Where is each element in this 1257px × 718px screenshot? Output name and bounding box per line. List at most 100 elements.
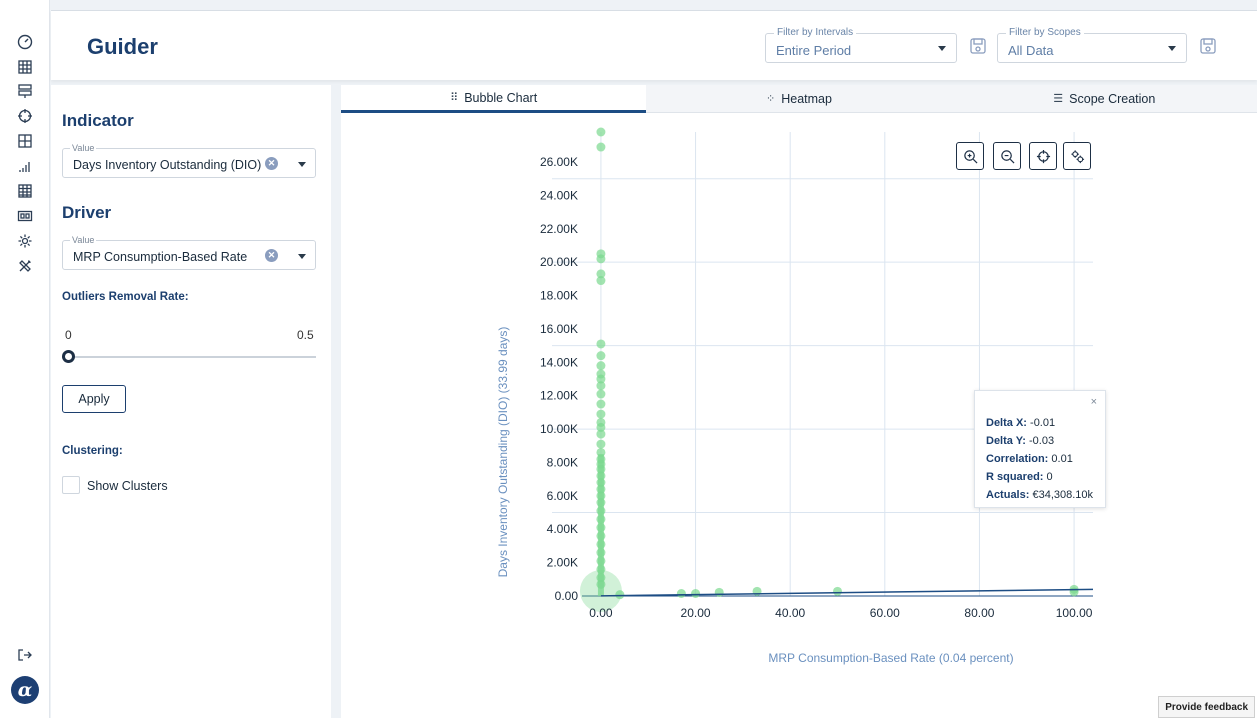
delta-x-row: Delta X: -0.01 [986,417,1055,429]
data-point [615,590,625,600]
grid-icon[interactable] [15,57,35,77]
data-point [596,498,606,508]
data-point [691,588,701,598]
outliers-title: Outliers Removal Rate: [62,291,189,303]
app-title: Guider [87,34,158,59]
spreadsheet-icon[interactable] [15,181,35,201]
indicator-field-label: Value [70,143,97,154]
outliers-slider[interactable] [62,356,316,358]
settings-icon[interactable] [15,231,35,251]
y-tick-label: 8.00K [547,455,578,469]
data-point [714,587,724,597]
heatmap-icon: ⁘ [766,93,776,105]
save-icon[interactable] [967,35,989,57]
reset-view-button[interactable] [1029,142,1057,170]
save-icon[interactable] [1197,35,1219,57]
main-area: ⠿ Bubble Chart ⁘ Heatmap ☰ Scope Creatio… [341,85,1257,718]
show-clusters-label[interactable]: Show Clusters [87,479,168,493]
header: Guider Filter by Intervals Entire Period… [51,10,1257,80]
data-point [596,439,606,449]
show-clusters-checkbox[interactable] [62,476,80,494]
intervals-filter-value: Entire Period [776,43,852,58]
intervals-filter[interactable]: Filter by Intervals Entire Period [765,27,957,63]
zoom-out-button[interactable] [993,142,1021,170]
data-point [596,276,606,286]
tab-heatmap[interactable]: ⁘ Heatmap [646,85,952,113]
scopes-filter-label: Filter by Scopes [1006,27,1084,39]
delta-y-label: Delta Y: [986,435,1026,447]
y-tick-label: 0.00 [555,589,579,603]
data-point [596,339,606,349]
data-point [596,539,606,549]
chevron-down-icon [298,162,306,167]
close-icon[interactable]: × [1091,396,1097,408]
delta-x-label: Delta X: [986,417,1027,429]
tools-icon[interactable] [15,256,35,276]
target-icon[interactable] [15,106,35,126]
zoom-out-icon [1000,149,1014,163]
chart-points [579,127,1079,612]
zoom-in-button[interactable] [956,142,984,170]
icon-rail: α [0,0,50,718]
driver-value: MRP Consumption-Based Rate [73,250,248,264]
data-point [1069,587,1079,597]
slider-max-label: 0.5 [297,328,314,342]
correlation-row: Correlation: 0.01 [986,453,1073,465]
zoom-in-icon [963,149,977,163]
y-tick-label: 20.00K [540,255,578,269]
scope-list-icon: ☰ [1053,93,1064,105]
correlation-value: 0.01 [1051,453,1073,465]
logout-icon[interactable] [15,645,35,665]
scopes-filter[interactable]: Filter by Scopes All Data [997,27,1187,63]
r-squared-row: R squared: 0 [986,471,1053,483]
chevron-down-icon [298,254,306,259]
data-point [596,556,606,566]
r-squared-label: R squared: [986,471,1044,483]
actuals-row: Actuals: €34,308.10k [986,489,1093,501]
x-axis-title: MRP Consumption-Based Rate (0.04 percent… [768,651,1013,665]
y-tick-label: 26.00K [540,155,578,169]
chart-trendline [600,588,1094,597]
tab-bubble-chart[interactable]: ⠿ Bubble Chart [341,85,647,113]
data-point [596,381,606,391]
card-icon[interactable] [15,206,35,226]
outliers-slider-handle[interactable] [62,350,75,363]
indicator-value: Days Inventory Outstanding (DIO) [73,158,262,172]
driver-field-label: Value [70,235,97,246]
y-tick-label: 4.00K [547,522,578,536]
layers-icon[interactable] [15,81,35,101]
tab-scope-creation[interactable]: ☰ Scope Creation [951,85,1257,113]
delta-y-value: -0.03 [1029,435,1055,447]
bubble-chart[interactable]: 0.00 2.00K 4.00K 6.00K 8.00K 10.00K 12.00K 14.0… [341,115,1257,718]
tab-bar: ⠿ Bubble Chart ⁘ Heatmap ☰ Scope Creatio… [341,85,1257,113]
data-point [596,254,606,264]
data-point [596,514,606,524]
table-icon[interactable] [15,131,35,151]
indicator-select[interactable]: Value Days Inventory Outstanding (DIO) ✕ [62,143,316,178]
data-point [596,399,606,409]
x-tick-label: 0.00 [589,606,613,620]
dashboard-icon[interactable] [15,32,35,52]
delta-x-value: -0.01 [1030,417,1056,429]
data-point [596,523,606,533]
bar-signal-icon[interactable] [15,156,35,176]
chart-settings-button[interactable] [1063,142,1091,170]
apply-button[interactable]: Apply [62,385,126,413]
clear-icon[interactable]: ✕ [265,249,278,262]
data-point [596,506,606,516]
clear-icon[interactable]: ✕ [265,157,278,170]
data-point [596,361,606,371]
alpha-logo[interactable]: α [11,676,39,704]
statistics-popover: × Delta X: -0.01 Delta Y: -0.03 Correlat… [974,390,1106,508]
data-point [596,142,606,152]
chart-grid [552,132,1093,597]
y-tick-label: 14.00K [540,355,578,369]
driver-select[interactable]: Value MRP Consumption-Based Rate ✕ [62,235,316,270]
tab-heatmap-label: Heatmap [781,91,832,106]
data-point [596,429,606,439]
data-point [596,389,606,399]
data-point [676,588,686,598]
provide-feedback-button[interactable]: Provide feedback [1158,696,1255,718]
x-tick-label: 20.00 [681,606,711,620]
tab-bubble-chart-label: Bubble Chart [464,90,538,105]
